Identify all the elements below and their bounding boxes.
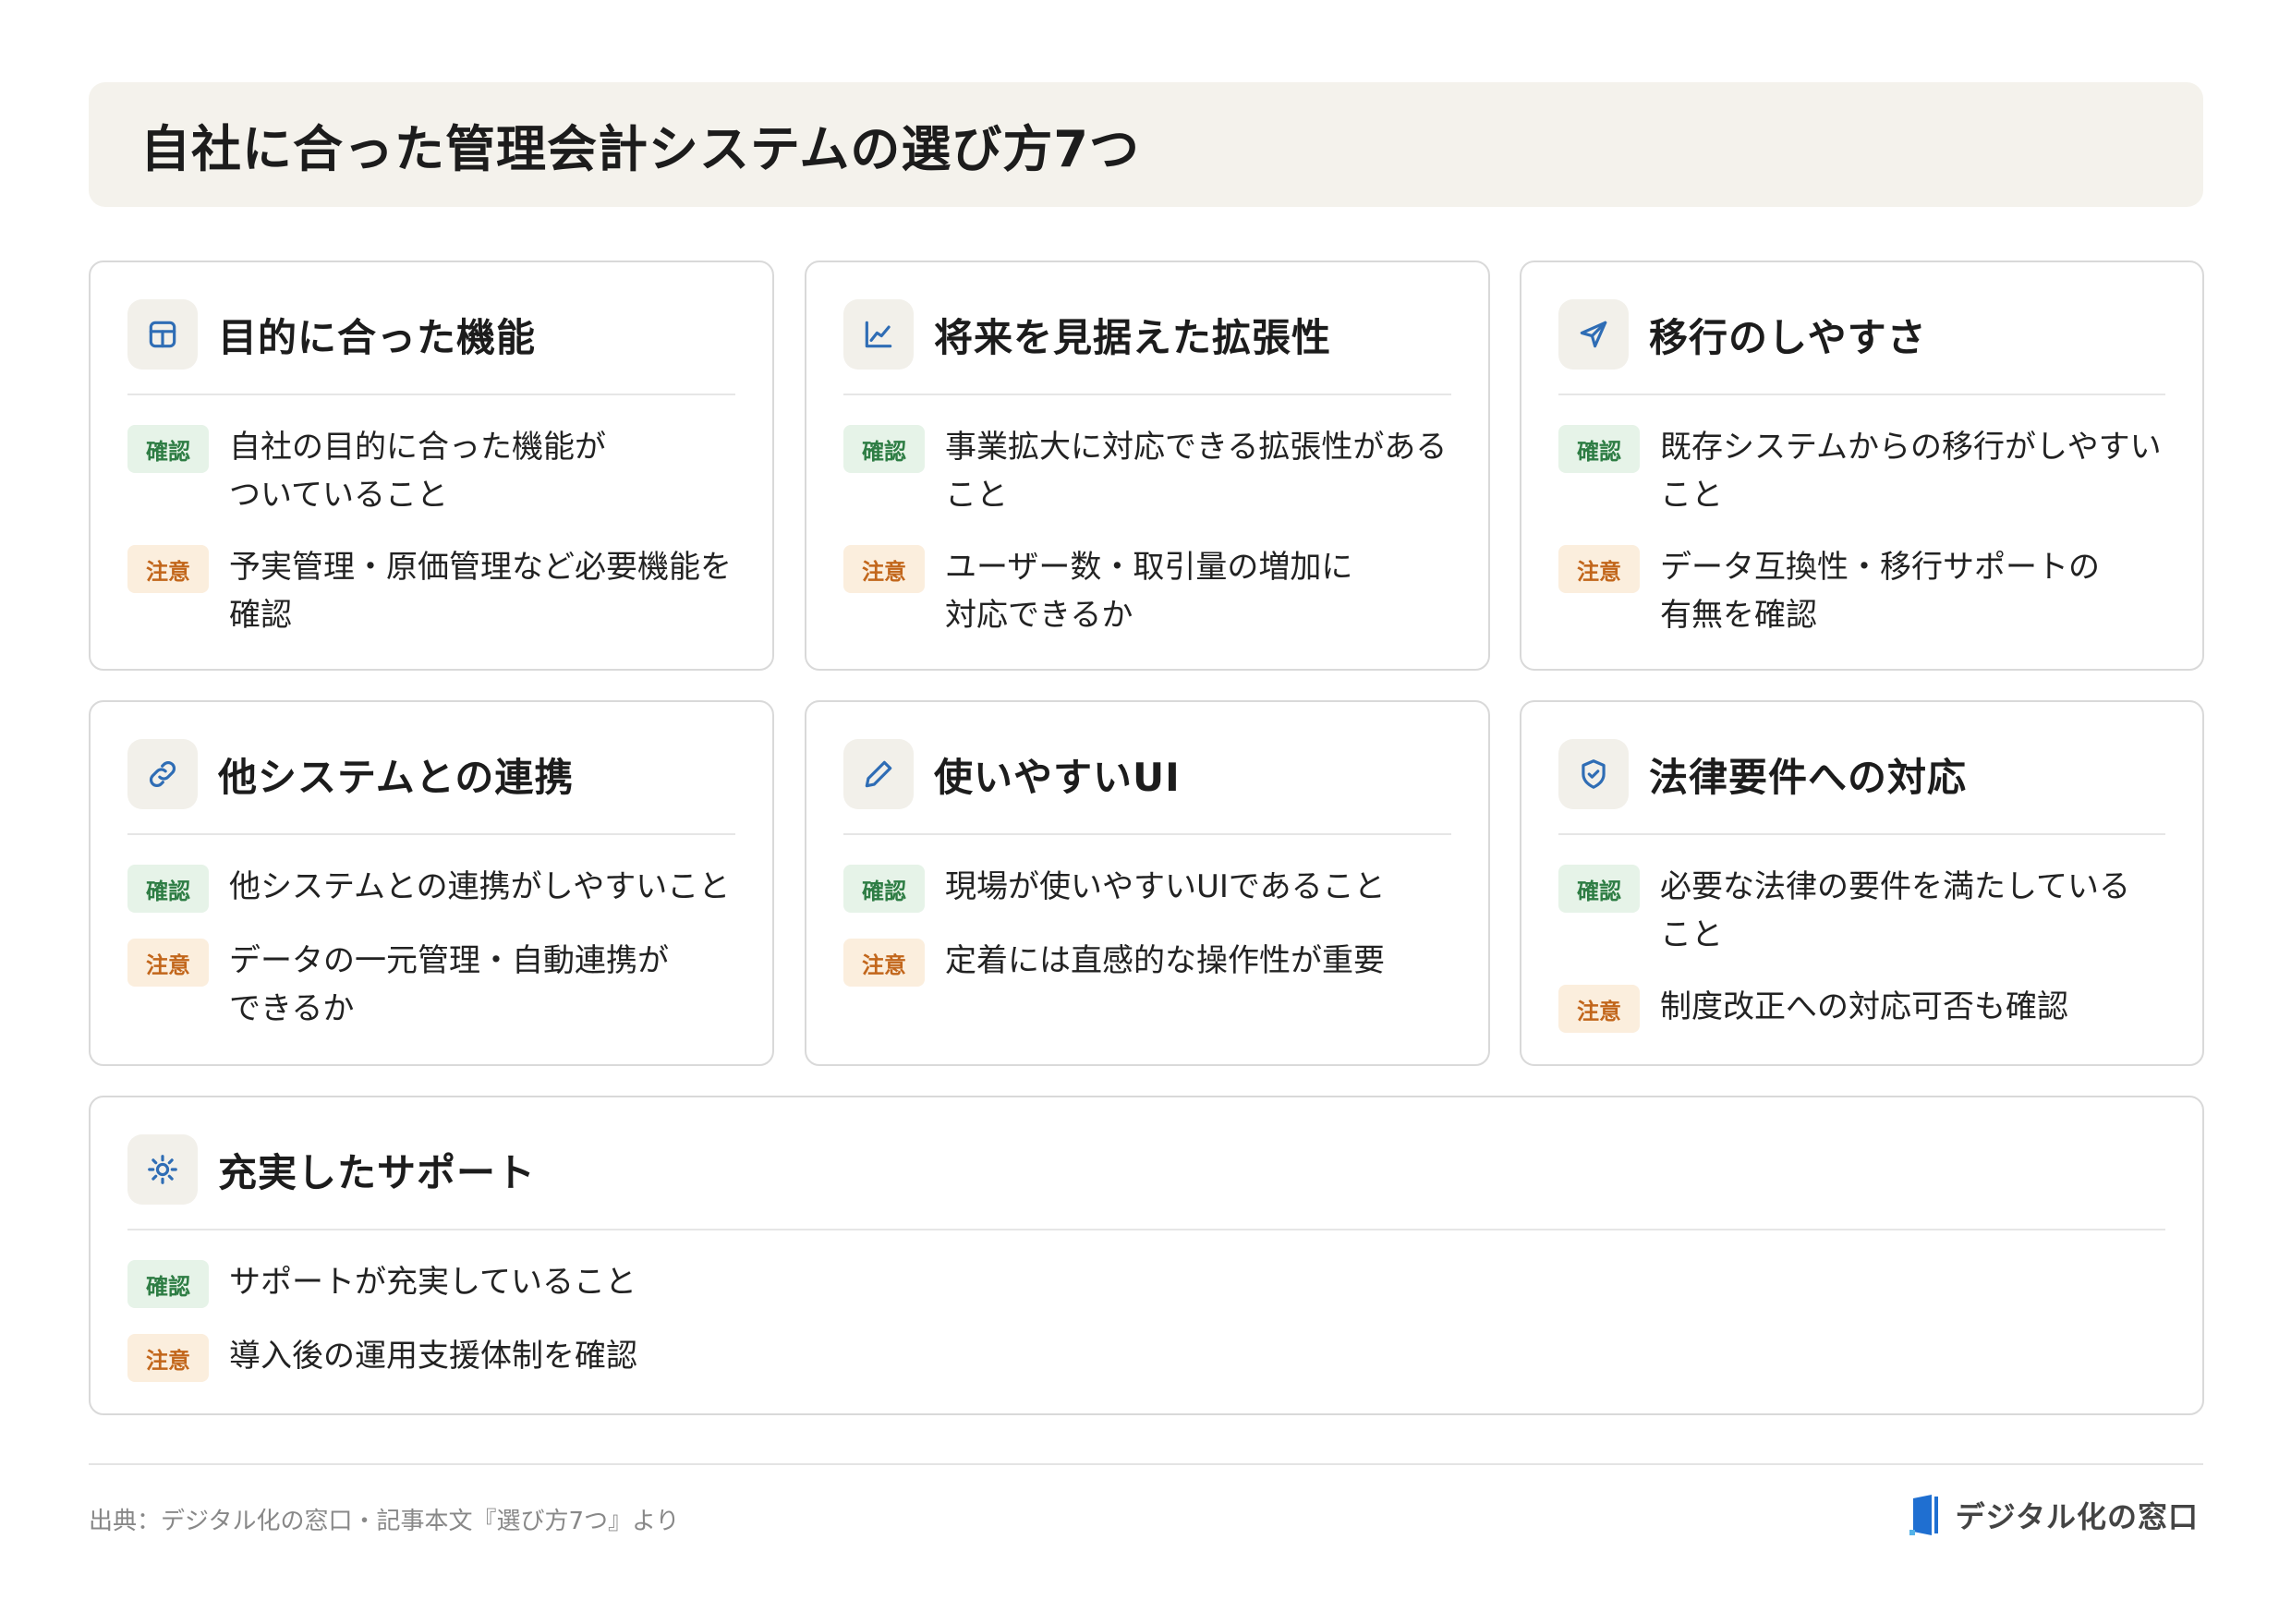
caution-text: データ互換性・移行サポートの 有無を確認 bbox=[1660, 549, 2100, 634]
card-usability: 使いやすいUI 確認 現場が使いやすいUIであること 注意 定着には直感的な操作… bbox=[805, 700, 1490, 1066]
confirm-row: 確認 現場が使いやすいUIであること bbox=[843, 863, 1451, 913]
card-support: 充実したサポート 確認 サポートが充実していること 注意 導入後の運用支援体制を… bbox=[89, 1096, 2204, 1415]
divider bbox=[1558, 394, 2165, 395]
confirm-row: 確認 事業拡大に対応できる拡張性がある こと bbox=[843, 423, 1451, 519]
card-title: 目的に合った機能 bbox=[218, 314, 537, 360]
caution-text: ユーザー数・取引量の増加に 対応できるか bbox=[945, 549, 1353, 634]
confirm-badge: 確認 bbox=[127, 1260, 209, 1308]
confirm-badge: 確認 bbox=[843, 865, 925, 913]
card-integration: 他システムとの連携 確認 他システムとの連携がしやすいこと 注意 データの一元管… bbox=[89, 700, 774, 1066]
caution-row: 注意 データの一元管理・自動連携が できるか bbox=[127, 937, 735, 1033]
divider bbox=[127, 1229, 2165, 1230]
card-title: 移行のしやすさ bbox=[1649, 314, 1927, 360]
card-legal: 法律要件への対応 確認 必要な法律の要件を満たしている こと 注意 制度改正への… bbox=[1520, 700, 2204, 1066]
caution-badge: 注意 bbox=[127, 545, 209, 593]
chart-line-icon bbox=[843, 299, 914, 370]
caution-row: 注意 制度改正への対応可否も確認 bbox=[1558, 983, 2165, 1033]
confirm-row: 確認 自社の目的に合った機能が ついていること bbox=[127, 423, 735, 519]
footer-divider bbox=[89, 1463, 2203, 1465]
confirm-badge: 確認 bbox=[1558, 425, 1640, 473]
confirm-row: 確認 他システムとの連携がしやすいこと bbox=[127, 863, 735, 913]
brand-name: デジタル化の窓口 bbox=[1955, 1499, 2199, 1534]
confirm-text: 自社の目的に合った機能が ついていること bbox=[229, 429, 606, 514]
confirm-row: 確認 既存システムからの移行がしやすい こと bbox=[1558, 423, 2165, 519]
divider bbox=[843, 394, 1451, 395]
confirm-badge: 確認 bbox=[843, 425, 925, 473]
pencil-icon bbox=[843, 739, 914, 809]
confirm-row: 確認 必要な法律の要件を満たしている こと bbox=[1558, 863, 2165, 959]
caution-badge: 注意 bbox=[843, 939, 925, 987]
confirm-text: 必要な法律の要件を満たしている こと bbox=[1660, 868, 2130, 953]
caution-row: 注意 定着には直感的な操作性が重要 bbox=[843, 937, 1451, 987]
caution-text: データの一元管理・自動連携が できるか bbox=[229, 942, 669, 1027]
confirm-badge: 確認 bbox=[1558, 865, 1640, 913]
card-title: 法律要件への対応 bbox=[1649, 754, 1968, 800]
page-title: 自社に合った管理会計システムの選び方7つ bbox=[140, 120, 1140, 178]
card-migration: 移行のしやすさ 確認 既存システムからの移行がしやすい こと 注意 データ互換性… bbox=[1520, 261, 2204, 671]
caution-badge: 注意 bbox=[127, 939, 209, 987]
confirm-badge: 確認 bbox=[127, 865, 209, 913]
title-bar: 自社に合った管理会計システムの選び方7つ bbox=[89, 82, 2203, 207]
card-functions: 目的に合った機能 確認 自社の目的に合った機能が ついていること 注意 予実管理… bbox=[89, 261, 774, 671]
card-scalability: 将来を見据えた拡張性 確認 事業拡大に対応できる拡張性がある こと 注意 ユーザ… bbox=[805, 261, 1490, 671]
confirm-row: 確認 サポートが充実していること bbox=[127, 1258, 2165, 1308]
card-title: 他システムとの連携 bbox=[218, 754, 575, 800]
table-icon bbox=[127, 299, 198, 370]
caution-row: 注意 導入後の運用支援体制を確認 bbox=[127, 1332, 2165, 1382]
caution-text: 制度改正への対応可否も確認 bbox=[1660, 988, 2068, 1025]
confirm-text: 事業拡大に対応できる拡張性がある こと bbox=[945, 429, 1448, 514]
link-icon bbox=[127, 739, 198, 809]
sun-icon bbox=[127, 1134, 198, 1205]
caution-badge: 注意 bbox=[1558, 985, 1640, 1033]
confirm-badge: 確認 bbox=[127, 425, 209, 473]
shield-check-icon bbox=[1558, 739, 1629, 809]
caution-badge: 注意 bbox=[843, 545, 925, 593]
caution-row: 注意 予実管理・原価管理など必要機能を 確認 bbox=[127, 543, 735, 639]
divider bbox=[127, 833, 735, 835]
send-icon bbox=[1558, 299, 1629, 370]
caution-badge: 注意 bbox=[127, 1334, 209, 1382]
brand-logo-icon bbox=[1909, 1493, 1941, 1537]
confirm-text: 既存システムからの移行がしやすい こと bbox=[1660, 429, 2162, 514]
caution-text: 導入後の運用支援体制を確認 bbox=[229, 1338, 637, 1375]
caution-text: 予実管理・原価管理など必要機能を 確認 bbox=[229, 549, 732, 634]
card-title: 将来を見据えた拡張性 bbox=[934, 314, 1332, 360]
card-title: 充実したサポート bbox=[218, 1149, 537, 1195]
caution-text: 定着には直感的な操作性が重要 bbox=[945, 942, 1385, 979]
caution-badge: 注意 bbox=[1558, 545, 1640, 593]
source-note: 出典：デジタル化の窓口・記事本文『選び方7つ』より bbox=[89, 1508, 680, 1535]
divider bbox=[843, 833, 1451, 835]
caution-row: 注意 ユーザー数・取引量の増加に 対応できるか bbox=[843, 543, 1451, 639]
brand: デジタル化の窓口 bbox=[1909, 1493, 2199, 1537]
divider bbox=[127, 394, 735, 395]
confirm-text: 他システムとの連携がしやすいこと bbox=[229, 868, 731, 905]
confirm-text: 現場が使いやすいUIであること bbox=[945, 868, 1386, 905]
divider bbox=[1558, 833, 2165, 835]
confirm-text: サポートが充実していること bbox=[229, 1264, 636, 1301]
caution-row: 注意 データ互換性・移行サポートの 有無を確認 bbox=[1558, 543, 2165, 639]
card-title: 使いやすいUI bbox=[934, 754, 1181, 800]
